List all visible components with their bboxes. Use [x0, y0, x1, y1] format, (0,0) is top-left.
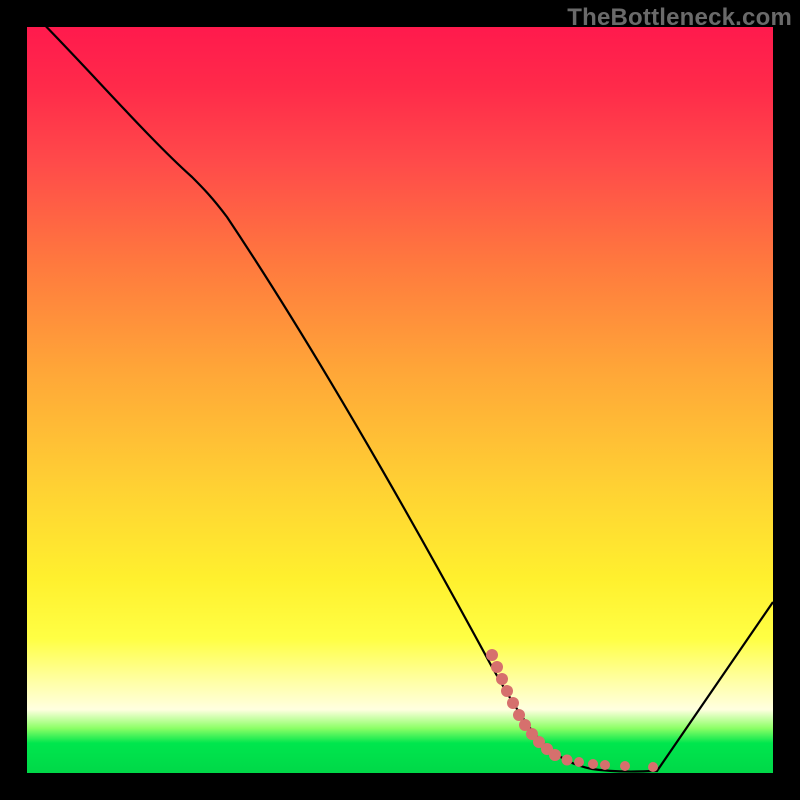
- chart-frame: TheBottleneck.com: [0, 0, 800, 800]
- watermark-text: TheBottleneck.com: [567, 4, 792, 32]
- dot-segment: [486, 649, 658, 772]
- plot-area: [27, 27, 773, 773]
- chart-svg: [27, 27, 773, 773]
- main-curve: [27, 27, 773, 772]
